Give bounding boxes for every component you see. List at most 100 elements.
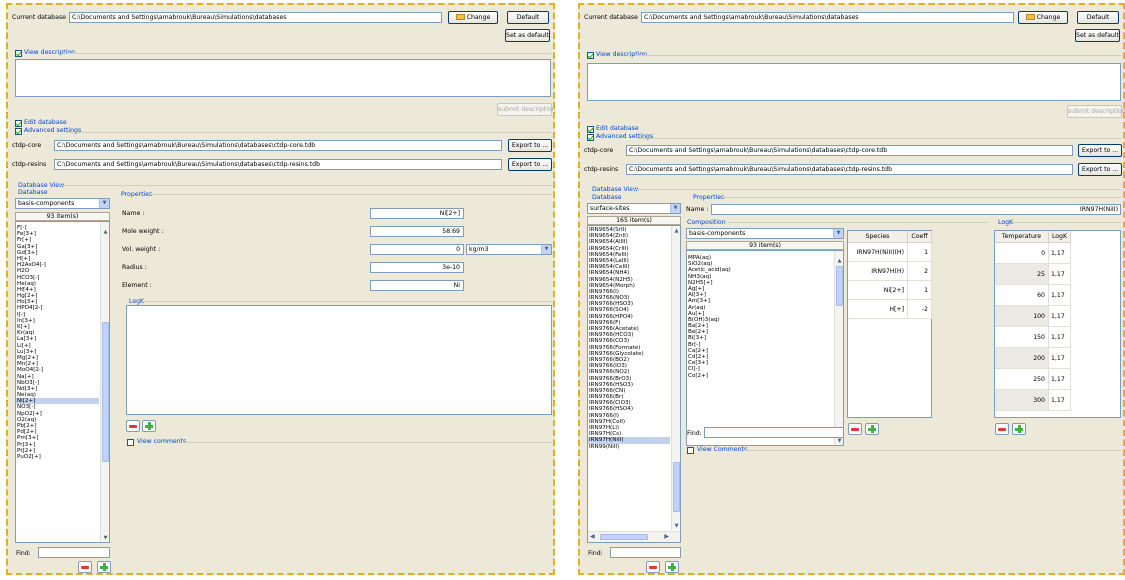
scroll-up-icon[interactable]: ▲ xyxy=(102,228,109,236)
horizontal-scrollbar[interactable]: ◀ ▶ xyxy=(588,531,680,542)
element-field[interactable]: Ni xyxy=(370,280,464,291)
core-path-field[interactable]: C:\Documents and Settings\amabrouk\Burea… xyxy=(54,140,502,151)
temperature-cell[interactable]: 150 xyxy=(995,327,1049,348)
radius-field[interactable]: 3e-10 xyxy=(370,262,464,273)
chevron-down-icon[interactable]: ▼ xyxy=(99,199,109,208)
logk-cell[interactable]: 1,17 xyxy=(1049,369,1071,390)
chevron-down-icon[interactable]: ▼ xyxy=(670,204,680,213)
remove-species-button[interactable] xyxy=(848,423,862,435)
logk-cell[interactable]: 1,17 xyxy=(1049,327,1071,348)
logk-cell[interactable]: 1,17 xyxy=(1049,264,1071,285)
logk-cell[interactable]: 1,17 xyxy=(1049,243,1071,264)
view-description-checkbox[interactable] xyxy=(15,50,22,57)
list-item[interactable]: PuO2[+] xyxy=(16,454,99,460)
temperature-cell[interactable]: 200 xyxy=(995,348,1049,369)
coeff-cell[interactable]: 1 xyxy=(908,243,932,262)
remove-item-button[interactable] xyxy=(646,561,660,573)
scroll-down-icon[interactable]: ▼ xyxy=(673,522,680,530)
species-list[interactable]: F[-] Fe[3+] Fr[+] Ga[3+] Gd[3+] H[+] H2AsO4[-]… xyxy=(15,221,110,543)
resins-path-field[interactable]: C:\Documents and Settings\amabrouk\Burea… xyxy=(626,164,1073,175)
description-textarea[interactable] xyxy=(587,63,1121,101)
change-button[interactable]: Change xyxy=(448,11,498,24)
advanced-settings-checkbox[interactable] xyxy=(15,128,22,135)
species-cell[interactable]: Ni[2+] xyxy=(848,281,908,300)
view-description-checkbox[interactable] xyxy=(587,52,594,59)
resins-path-field[interactable]: C:\Documents and Settings\amabrouk\Burea… xyxy=(54,159,502,170)
scroll-up-icon[interactable]: ▲ xyxy=(673,227,680,235)
temperature-cell[interactable]: 60 xyxy=(995,285,1049,306)
logk-cell[interactable]: 1,17 xyxy=(1049,306,1071,327)
list-scrollbar[interactable]: ▲ ▼ xyxy=(671,226,680,530)
export-resins-button[interactable]: Export to ... xyxy=(508,158,552,171)
logk-table[interactable]: Temperature LogK 0 1,17 25 1,17 60 1,17 100 1,1… xyxy=(994,230,1121,418)
scroll-down-icon[interactable]: ▼ xyxy=(102,534,109,542)
temperature-cell[interactable]: 300 xyxy=(995,390,1049,411)
composition-list[interactable]: MPA(aq) SiO2(aq) Acetic_acid(aq) NH3(aq) N2H… xyxy=(686,250,844,446)
scroll-up-icon[interactable]: ▲ xyxy=(836,257,843,265)
coeff-cell[interactable]: 2 xyxy=(908,262,932,281)
temperature-cell[interactable]: 25 xyxy=(995,264,1049,285)
mole-weight-field[interactable]: 58.69 xyxy=(370,226,464,237)
add-item-button[interactable] xyxy=(665,561,679,573)
submit-description-button[interactable]: submit description xyxy=(497,103,556,116)
remove-logk-button[interactable] xyxy=(995,423,1009,435)
logk-table[interactable] xyxy=(126,305,552,415)
list-item[interactable]: Co[2+] xyxy=(687,373,833,379)
remove-logk-button[interactable] xyxy=(126,420,140,432)
coeff-cell[interactable]: -2 xyxy=(908,300,932,319)
vol-weight-unit-select[interactable]: kg/m3 ▼ xyxy=(466,244,552,255)
scroll-down-icon[interactable]: ▼ xyxy=(836,437,843,445)
logk-cell[interactable]: 1,17 xyxy=(1049,285,1071,306)
add-logk-button[interactable] xyxy=(142,420,156,432)
edit-database-checkbox[interactable] xyxy=(15,120,22,127)
temperature-cell[interactable]: 100 xyxy=(995,306,1049,327)
add-logk-button[interactable] xyxy=(1012,423,1026,435)
submit-description-button[interactable]: submit description xyxy=(1067,105,1125,118)
comp-find-input[interactable] xyxy=(704,427,844,438)
chevron-down-icon[interactable]: ▼ xyxy=(541,245,551,254)
vol-weight-field[interactable]: 0 xyxy=(370,244,464,255)
species-cell[interactable]: IRN97H(NiII)(H) xyxy=(848,243,908,262)
temperature-cell[interactable]: 250 xyxy=(995,369,1049,390)
default-button[interactable]: Default xyxy=(507,11,549,24)
remove-item-button[interactable] xyxy=(78,561,92,573)
species-cell[interactable]: H[+] xyxy=(848,300,908,319)
add-item-button[interactable] xyxy=(97,561,111,573)
add-species-button[interactable] xyxy=(865,423,879,435)
set-as-default-button[interactable]: Set as default xyxy=(1075,29,1120,42)
export-resins-button[interactable]: Export to ... xyxy=(1078,163,1122,176)
database-select[interactable]: surface-sites ▼ xyxy=(587,203,681,214)
database-select[interactable]: basis-components ▼ xyxy=(15,198,110,209)
find-input[interactable] xyxy=(38,547,110,558)
advanced-settings-checkbox[interactable] xyxy=(587,134,594,141)
logk-cell[interactable]: 1,17 xyxy=(1049,348,1071,369)
set-as-default-button[interactable]: Set as default xyxy=(505,29,550,42)
export-core-button[interactable]: Export to ... xyxy=(508,139,552,152)
species-coeff-table[interactable]: Species Coeff IRN97H(NiII)(H) 1 IRN97H(H) 2… xyxy=(847,230,932,418)
temperature-cell[interactable]: 0 xyxy=(995,243,1049,264)
current-database-path[interactable]: C:\Documents and Settings\amabrouk\Burea… xyxy=(641,12,1014,23)
chevron-down-icon[interactable]: ▼ xyxy=(833,229,843,238)
view-comments-checkbox[interactable] xyxy=(687,447,694,454)
list-item[interactable]: IRN99(NiII) xyxy=(588,444,670,450)
name-field[interactable]: IRN97H(NiII) xyxy=(711,204,1121,215)
scroll-right-icon[interactable]: ▶ xyxy=(664,532,669,542)
view-comments-checkbox[interactable] xyxy=(127,439,134,446)
description-textarea[interactable] xyxy=(15,59,551,97)
default-button[interactable]: Default xyxy=(1077,11,1119,24)
current-database-path[interactable]: C:\Documents and Settings\amabrouk\Burea… xyxy=(69,12,442,23)
coeff-cell[interactable]: 1 xyxy=(908,281,932,300)
scroll-thumb[interactable] xyxy=(673,462,680,512)
find-input[interactable] xyxy=(610,547,681,558)
surface-sites-list[interactable]: IRN9654(SrII) IRN9654(ZnII) IRN9654(AlIII)… xyxy=(587,225,681,543)
scroll-left-icon[interactable]: ◀ xyxy=(590,532,595,542)
export-core-button[interactable]: Export to ... xyxy=(1078,144,1122,157)
name-field[interactable]: Ni[2+] xyxy=(370,208,464,219)
scroll-thumb[interactable] xyxy=(600,534,648,540)
scroll-thumb[interactable] xyxy=(102,322,109,462)
change-button[interactable]: Change xyxy=(1018,11,1068,24)
list-scrollbar[interactable]: ▲ ▼ xyxy=(834,251,843,445)
logk-cell[interactable]: 1,17 xyxy=(1049,390,1071,411)
species-cell[interactable]: IRN97H(H) xyxy=(848,262,908,281)
list-scrollbar[interactable]: ▲ ▼ xyxy=(100,222,109,542)
